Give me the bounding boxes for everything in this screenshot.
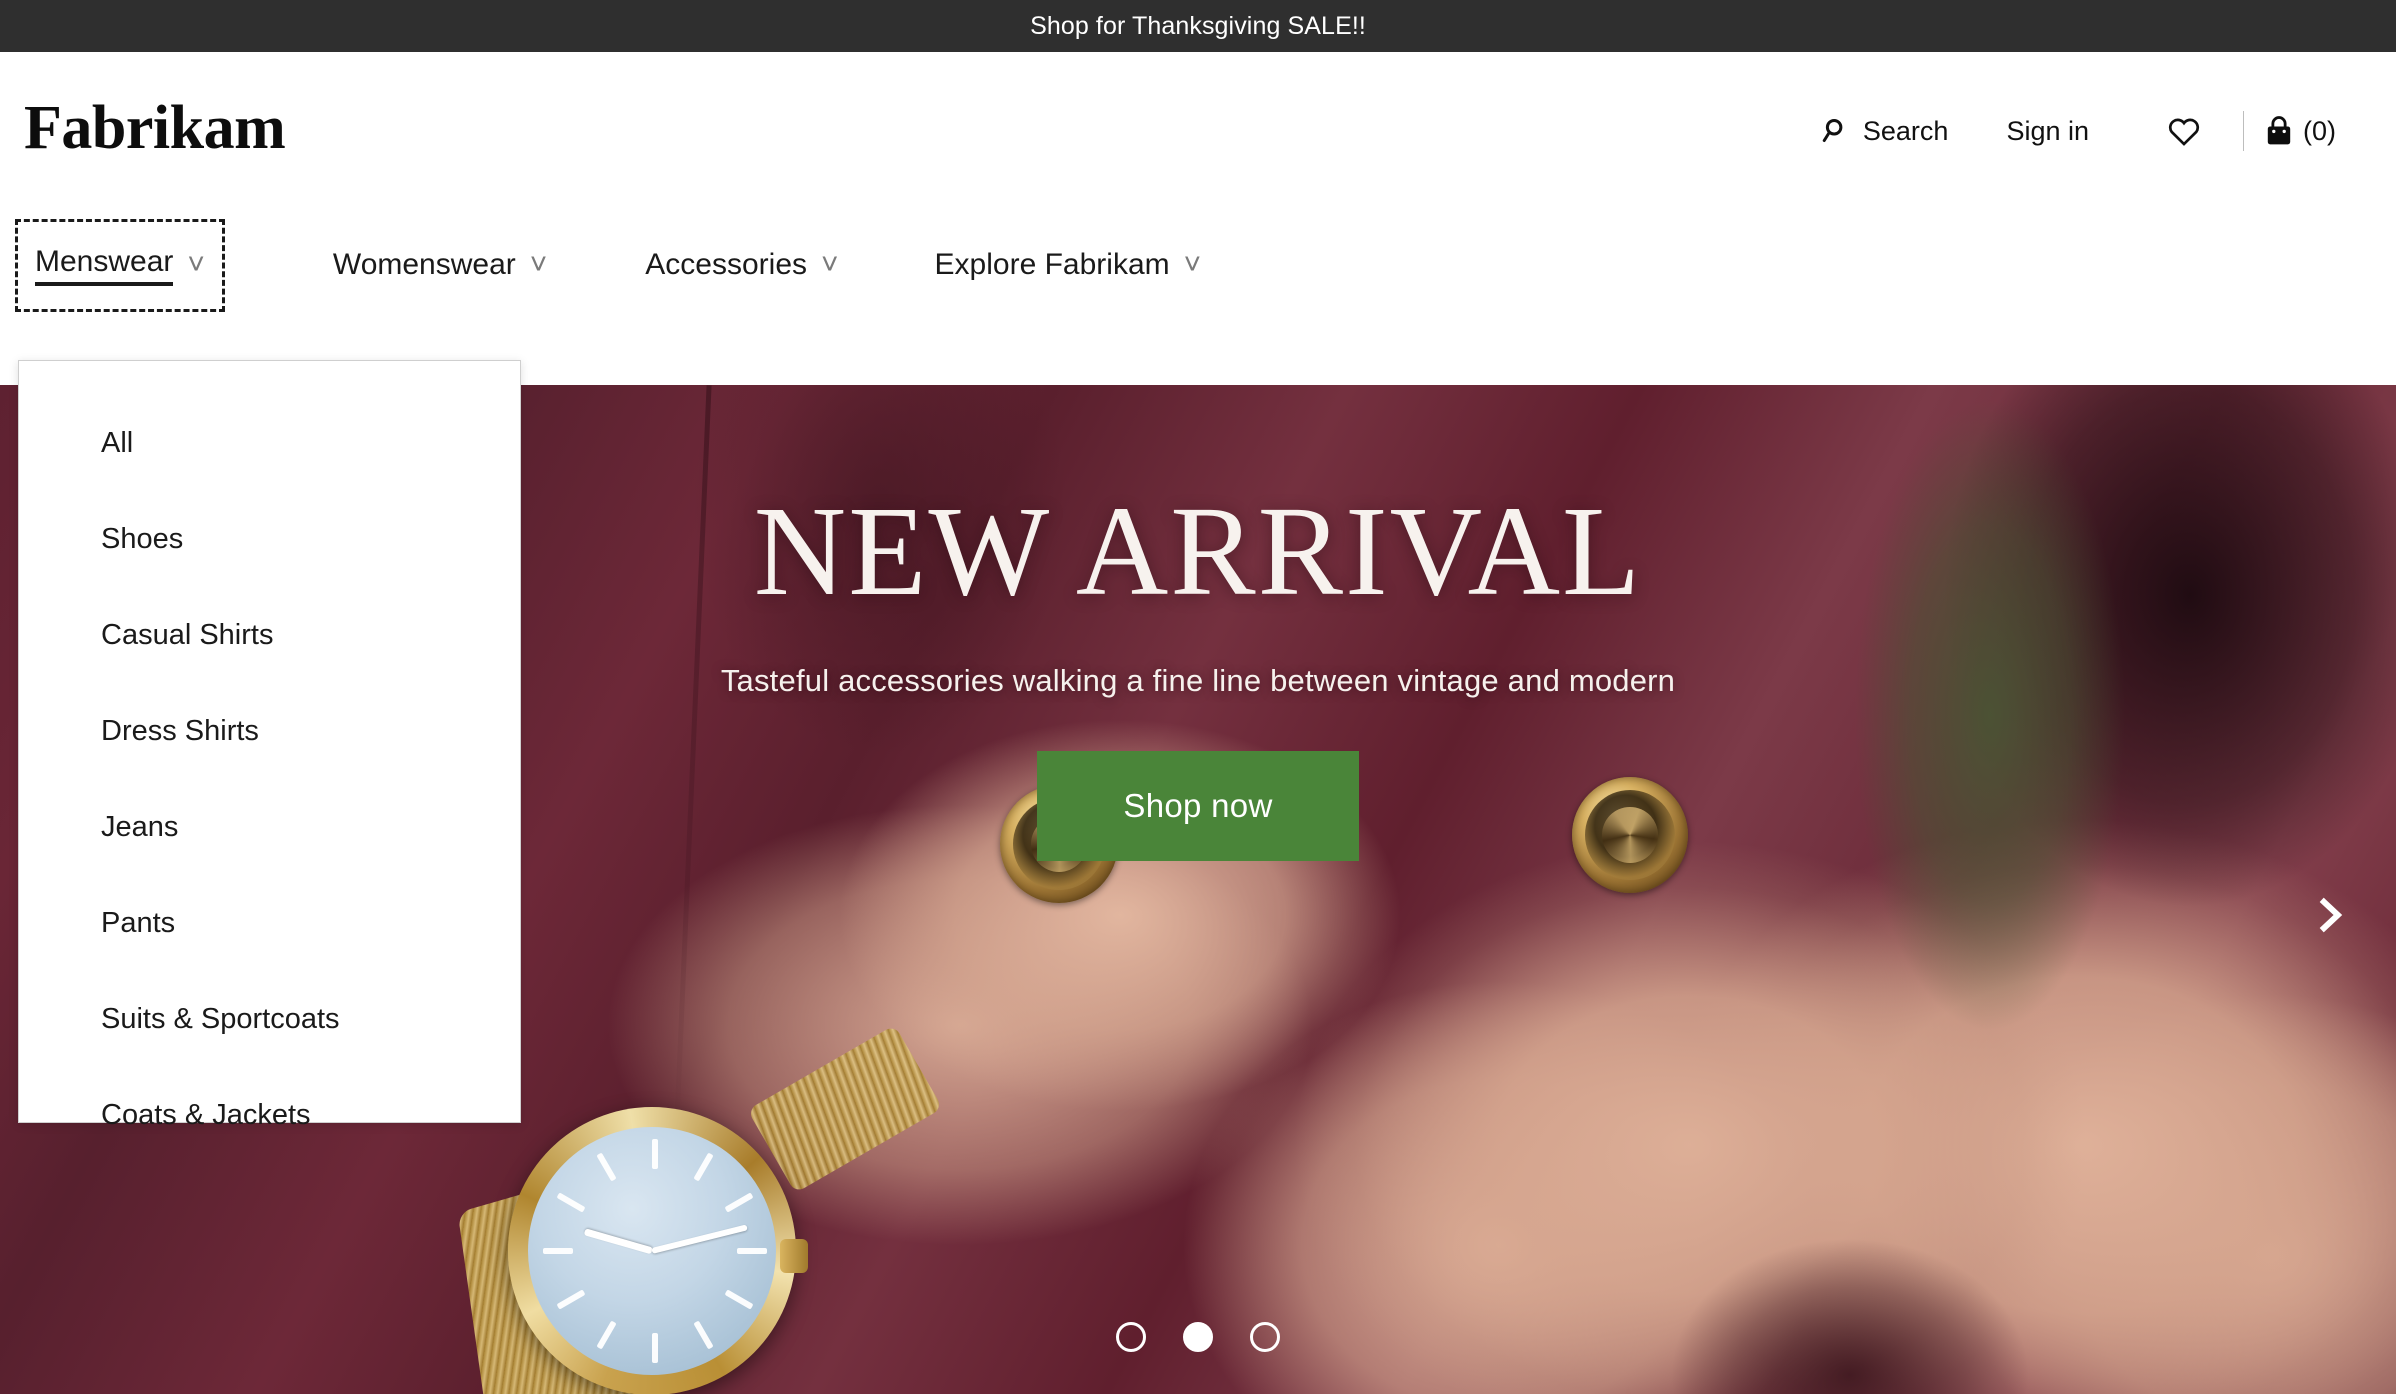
dropdown-item-all[interactable]: All [19, 395, 520, 491]
sign-in-label: Sign in [2006, 115, 2089, 146]
menswear-dropdown-panel: All Shoes Casual Shirts Dress Shirts Jea… [18, 360, 521, 1131]
watch-hour-hand [583, 1228, 653, 1255]
promo-banner: Shop for Thanksgiving SALE!! [0, 0, 2396, 52]
nav-item-explore-fabrikam-label: Explore Fabrikam [934, 248, 1170, 281]
nav-item-womenswear-label: Womenswear [332, 248, 516, 281]
chevron-down-icon: ˅ [821, 248, 839, 281]
carousel-dots [0, 1322, 2396, 1352]
chevron-down-icon: ˅ [187, 248, 205, 281]
header-utility-nav: Search Sign in (0) [1803, 105, 2354, 157]
brand-logo[interactable]: Fabrikam [24, 97, 286, 159]
cart-button[interactable]: (0) [2264, 105, 2354, 157]
nav-item-accessories[interactable]: Accessories ˅ [630, 225, 853, 305]
carousel-dot-3[interactable] [1250, 1322, 1280, 1352]
search-label: Search [1862, 115, 1949, 146]
promo-banner-text: Shop for Thanksgiving SALE!! [1030, 11, 1366, 40]
watch-minute-hand [651, 1224, 748, 1254]
dropdown-item-coats-jackets[interactable]: Coats & Jackets [19, 1067, 520, 1163]
carousel-next-button[interactable] [2300, 885, 2360, 945]
carousel-dot-2[interactable] [1183, 1322, 1213, 1352]
nav-item-womenswear[interactable]: Womenswear ˅ [318, 225, 562, 305]
dropdown-item-dress-shirts[interactable]: Dress Shirts [19, 683, 520, 779]
sign-in-button[interactable]: Sign in [1988, 106, 2133, 157]
watch-crown [780, 1239, 808, 1273]
chevron-down-icon: ˅ [529, 248, 548, 281]
nav-item-explore-fabrikam[interactable]: Explore Fabrikam ˅ [920, 225, 1217, 305]
search-icon [1821, 116, 1851, 146]
wishlist-button[interactable] [2133, 105, 2235, 157]
nav-item-accessories-label: Accessories [645, 248, 808, 281]
dropdown-item-suits-sportcoats[interactable]: Suits & Sportcoats [19, 971, 520, 1067]
dropdown-item-pants[interactable]: Pants [19, 875, 520, 971]
blazer-button-right [1572, 777, 1688, 893]
fabric-seam [673, 385, 712, 1145]
search-button[interactable]: Search [1803, 106, 1989, 157]
nav-item-menswear-label: Menswear [35, 245, 174, 286]
chevron-down-icon: ˅ [1183, 248, 1202, 281]
nav-item-menswear[interactable]: Menswear ˅ [15, 218, 225, 312]
heart-icon [2167, 115, 2201, 147]
dropdown-item-shoes[interactable]: Shoes [19, 491, 520, 587]
dropdown-item-jeans[interactable]: Jeans [19, 779, 520, 875]
carousel-dot-1[interactable] [1116, 1322, 1146, 1352]
main-navigation: Menswear ˅ Womenswear ˅ Accessories ˅ Ex… [0, 210, 2396, 320]
utility-divider [2243, 111, 2244, 151]
shop-now-button[interactable]: Shop now [1037, 751, 1359, 861]
dropdown-item-casual-shirts[interactable]: Casual Shirts [19, 587, 520, 683]
chevron-right-icon [2309, 891, 2351, 939]
site-header: Fabrikam Search Sign in (0) [0, 52, 2396, 210]
shopping-bag-icon [2264, 115, 2294, 147]
cart-count: (0) [2303, 115, 2336, 146]
